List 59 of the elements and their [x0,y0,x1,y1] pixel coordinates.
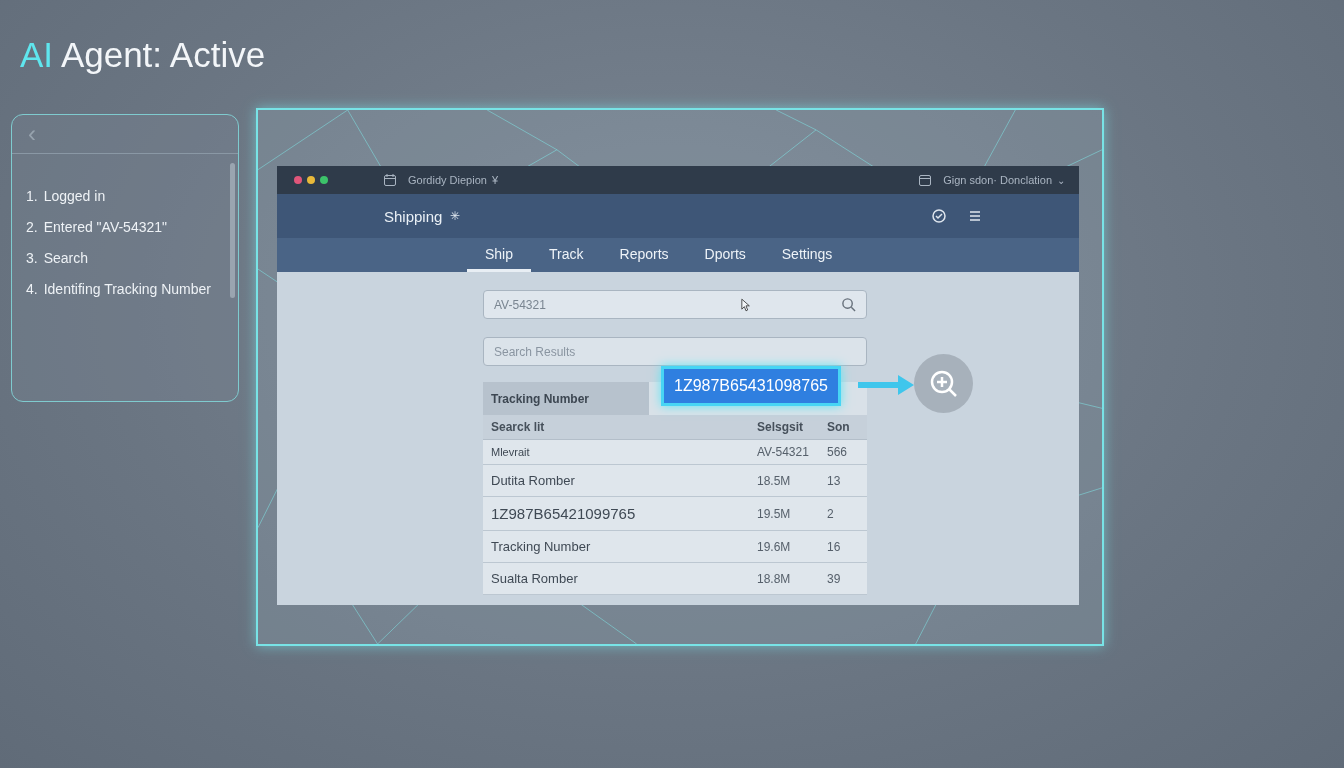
maximize-dot[interactable] [320,176,328,184]
window-title-mark: ¥ [491,174,498,186]
account-menu[interactable]: Gign sdon· Donclation [943,174,1052,186]
nav-tab[interactable]: Reports [601,238,687,272]
table-cell-text: 16 [826,539,842,554]
table-cell-text: 18.5M [756,473,792,488]
table-cell-text: 19.5M [756,506,792,521]
window-title: Gordidy Diepion [408,174,487,186]
table-row[interactable]: Sualta Romber 18.8M 39 [483,563,867,595]
step-number: 3. [26,249,38,268]
table-cell-text: 566 [826,445,849,459]
scrollbar[interactable] [230,163,235,298]
check-circle-icon[interactable] [931,208,947,224]
highlight-tag: 1Z987B65431098765 [661,366,841,406]
table-cell-text: Sualta Romber [490,571,579,586]
caret-icon: ⌄ [1057,174,1065,186]
cursor-icon [741,297,751,312]
table-cell-text: 18.8M [756,571,792,586]
step-text: Identifing Tracking Number [43,280,211,299]
step-text: Logged in [43,187,106,206]
table-cell-text: 19.6M [756,539,792,554]
app-title: Shipping [384,207,443,225]
table-cell-text: Mlevrait [490,446,531,458]
agent-title: AI Agent: Active [19,34,266,74]
close-dot[interactable] [294,176,302,184]
table-row[interactable]: 1Z987B65421099765 19.5M 2 [483,497,867,531]
menu-icon[interactable] [967,208,983,224]
table-row[interactable]: Mlevrait AV-54321 566 [483,440,867,465]
nav-tab[interactable]: Track [531,238,602,272]
table-title: Tracking Number [483,382,650,415]
calendar-icon [383,173,397,187]
column-header[interactable]: Selsgsit [749,420,819,434]
table-cell-text: Tracking Number [490,539,592,554]
table-cell-text: 39 [826,571,842,586]
table-cell-text: 13 [826,473,842,488]
step-number: 2. [26,218,38,237]
minimize-dot[interactable] [307,176,315,184]
nav-tab[interactable]: Ship [467,238,532,272]
nav-tab[interactable]: Dports [686,238,764,272]
table-cell-text: 1Z987B65421099765 [490,505,637,522]
zoom-in-icon [928,368,959,399]
step-text: Entered "AV-54321" [43,218,167,237]
column-header[interactable]: Son [819,420,867,434]
column-header[interactable]: Searck lit [483,420,749,434]
nav-tab[interactable]: Settings [763,238,851,272]
table-cell-text: AV-54321 [756,445,810,459]
table-row[interactable]: Dutita Romber 18.5M 13 [483,465,867,497]
search-field[interactable]: AV-54321 [483,290,867,319]
step-number: 4. [26,280,38,299]
calendar-icon [918,173,933,187]
arrow-icon [858,373,916,397]
asterisk-icon: ✳ [450,209,461,223]
results-field[interactable]: Search Results [483,337,867,366]
step-number: 1. [26,187,38,206]
table-cell-text: Dutita Romber [490,473,576,488]
search-icon[interactable] [841,297,856,312]
table-cell-text: 2 [826,506,835,521]
step-text: Search [43,249,89,268]
table-row[interactable]: Tracking Number 19.6M 16 [483,531,867,563]
